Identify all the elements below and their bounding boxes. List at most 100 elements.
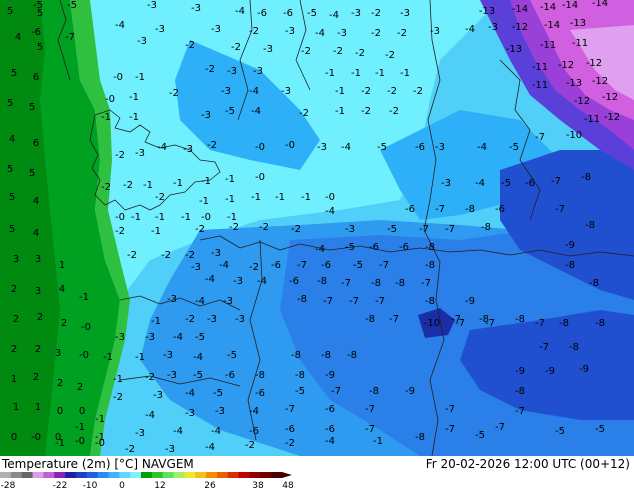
temperature-label: -7 [485,318,495,329]
temperature-label: -5 [387,224,397,235]
temperature-label: -1 [335,106,345,117]
temperature-label: -11 [584,114,600,125]
temperature-label: -13 [479,6,495,17]
scale-tick-label: 48 [282,481,294,490]
temperature-label: -3 [207,314,217,325]
temperature-label: -2 [229,222,239,233]
scale-swatch [97,472,109,478]
temperature-label: -4 [249,86,259,97]
temperature-label: 2 [33,372,39,383]
temperature-label: -14 [592,0,608,9]
temperature-label: -9 [515,366,525,377]
temperature-label: -8 [581,172,591,183]
temperature-label: -8 [395,278,405,289]
temperature-label: -8 [297,294,307,305]
temperature-label: -12 [512,22,528,33]
temperature-label: 5 [29,168,35,179]
temperature-label: -3 [191,262,201,273]
temperature-label: -7 [375,296,385,307]
map-title: Temperature (2m) [°C] NAVGEM [2,457,194,471]
temperature-label: 2 [77,382,83,393]
temperature-label: -3 [285,26,295,37]
temperature-label: -14 [540,2,556,13]
temperature-label: -1 [135,72,145,83]
temperature-label: -3 [165,444,175,455]
temperature-label: -1 [373,436,383,447]
temperature-label: 1 [11,374,17,385]
scale-swatch [43,472,55,478]
temperature-label: 1 [35,402,41,413]
temperature-label: -0 [113,72,123,83]
temperature-label: -14 [512,4,528,15]
temperature-label: -2 [291,224,301,235]
temperature-label: -3 [253,66,263,77]
temperature-label: 5 [11,68,17,79]
temperature-label: -7 [515,406,525,417]
temperature-label: -5 [67,0,77,11]
temperature-label: -8 [371,278,381,289]
temperature-label: -4 [205,442,215,453]
scale-swatch [271,472,283,478]
temperature-label: -7 [349,296,359,307]
temperature-label: -8 [365,314,375,325]
temperature-label: -10 [424,318,440,329]
temperature-label: 3 [35,286,41,297]
temperature-label: -2 [125,444,135,455]
temperature-label: -6 [285,424,295,435]
temperature-label: -2 [245,440,255,451]
temperature-label: -3 [263,44,273,55]
temperature-label: 2 [37,312,43,323]
temperature-label: -7 [555,204,565,215]
temperature-label: -13 [570,18,586,29]
temperature-label: -7 [285,404,295,415]
temperature-label: -5 [555,426,565,437]
scale-swatch [151,472,164,478]
scale-arrow [282,472,292,478]
temperature-label: -7 [331,386,341,397]
temperature-label: -3 [235,314,245,325]
temperature-label: 6 [33,72,39,83]
temperature-label: -3 [183,144,193,155]
temperature-label: 4 [59,284,65,295]
temperature-label: -3 [211,24,221,35]
temperature-label: -4 [315,244,325,255]
temperature-label: -5 [377,142,387,153]
temperature-label: -4 [157,142,167,153]
temperature-label: -4 [477,142,487,153]
temperature-label: -4 [465,24,475,35]
temperature-label: 3 [35,254,41,265]
temperature-label: -12 [602,92,618,103]
temperature-label: -7 [323,296,333,307]
temperature-label: -2 [371,28,381,39]
temperature-label: -2 [115,226,125,237]
scale-swatch [162,472,175,478]
temperature-label: -5 [501,178,511,189]
temperature-label: 0 [79,406,85,417]
temperature-label: -13 [506,44,522,55]
temperature-label: -6 [369,242,379,253]
temperature-label: -5 [509,142,519,153]
temperature-label: -9 [325,370,335,381]
temperature-label: -2 [115,150,125,161]
temperature-label: -1 [275,192,285,203]
temperature-label: -4 [475,178,485,189]
temperature-label: -8 [515,314,525,325]
temperature-label: 2 [35,344,41,355]
temperature-label: -7 [535,318,545,329]
temperature-label: 1 [13,402,19,413]
scale-swatch [0,472,12,478]
temperature-label: -2 [185,40,195,51]
temperature-label: -9 [545,366,555,377]
temperature-label: -2 [387,86,397,97]
temperature-label: -3 [167,370,177,381]
temperature-label: 6 [33,138,39,149]
temperature-label: -1 [55,438,65,449]
temperature-label: -3 [137,36,147,47]
temperature-label: -8 [515,386,525,397]
temperature-label: -1 [225,194,235,205]
temperature-label: -6 [525,178,535,189]
temperature-label: -1 [400,68,410,79]
temperature-label: -2 [155,192,165,203]
temperature-label: -1 [181,212,191,223]
temperature-label: -7 [389,314,399,325]
